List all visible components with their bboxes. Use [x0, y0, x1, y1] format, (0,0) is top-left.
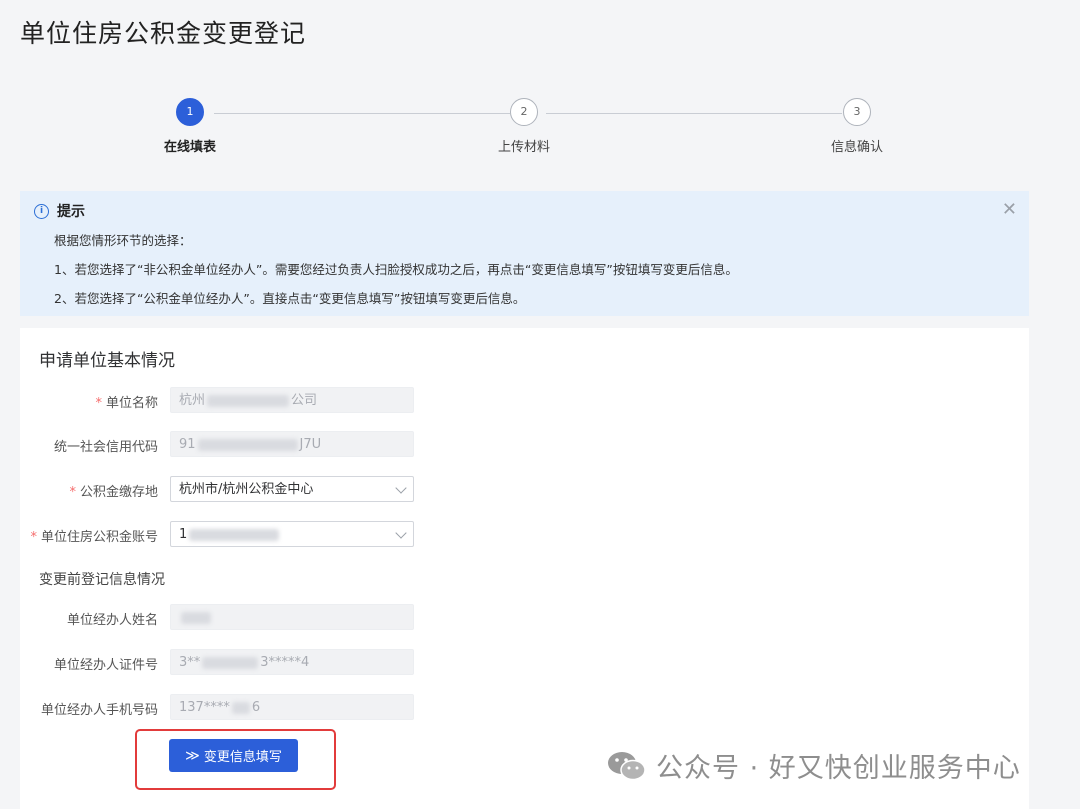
steps-bar: 1 在线填表 2 上传材料 3 信息确认 [0, 96, 1080, 166]
alert-header: i 提示 [34, 201, 1015, 221]
required-mark: * [95, 396, 102, 411]
redacted-blur [197, 438, 298, 451]
button-label: 变更信息填写 [203, 750, 282, 765]
redacted-blur [189, 528, 280, 541]
chevron-down-icon [395, 482, 407, 494]
agent-name-row: 单位经办人姓名 [20, 604, 440, 632]
redacted-blur [231, 701, 250, 714]
deposit-place-select[interactable]: 杭州市/杭州公积金中心 [170, 476, 414, 502]
step-2: 2 上传材料 [454, 96, 594, 155]
wechat-icon [608, 751, 646, 780]
alert-title: 提示 [57, 204, 85, 220]
unit-name-row: * 单位名称 杭州 公司 [20, 387, 440, 415]
form-card: 申请单位基本情况 * 单位名称 杭州 公司 统一社会信用代码 91 J7U * 公积金缴… [20, 328, 1029, 809]
chevron-down-icon [395, 527, 407, 539]
redacted-blur [207, 394, 290, 407]
step-number: 2 [510, 98, 538, 126]
agent-id-field[interactable]: 3** 3*****4 [170, 649, 414, 675]
agent-phone-row: 单位经办人手机号码 137**** 6 [20, 694, 440, 722]
redacted-blur [202, 656, 259, 669]
step-1: 1 在线填表 [120, 96, 260, 155]
step-number: 3 [843, 98, 871, 126]
unit-name-label: 单位名称 [105, 396, 158, 411]
agent-name-label: 单位经办人姓名 [66, 613, 158, 628]
required-mark: * [30, 530, 37, 545]
info-icon: i [34, 204, 49, 219]
close-icon[interactable]: ✕ [1002, 199, 1017, 220]
step-label: 在线填表 [163, 140, 216, 155]
watermark-text: 公众号 · 好又快创业服务中心 [656, 753, 1021, 784]
credit-code-field[interactable]: 91 J7U [170, 431, 414, 457]
step-label: 信息确认 [830, 140, 883, 155]
deposit-place-row: * 公积金缴存地 杭州市/杭州公积金中心 [20, 476, 440, 504]
alert-line: 根据您情形环节的选择： [54, 233, 192, 248]
section-title: 申请单位基本情况 [39, 351, 175, 371]
alert-line: 1、若您选择了“非公积金单位经办人”。需要您经过负责人扫脸授权成功之后，再点击“… [54, 262, 738, 277]
redacted-blur [181, 611, 211, 624]
step-3: 3 信息确认 [787, 96, 927, 155]
required-mark: * [69, 485, 76, 500]
credit-code-label: 统一社会信用代码 [53, 440, 158, 455]
watermark: 公众号 · 好又快创业服务中心 [606, 746, 1021, 785]
agent-id-row: 单位经办人证件号 3** 3*****4 [20, 649, 440, 677]
account-no-row: * 单位住房公积金账号 1 [20, 521, 440, 549]
agent-phone-field[interactable]: 137**** 6 [170, 694, 414, 720]
agent-name-field[interactable] [170, 604, 414, 630]
alert-line: 2、若您选择了“公积金单位经办人”。直接点击“变更信息填写”按钮填写变更后信息。 [54, 291, 526, 306]
credit-code-row: 统一社会信用代码 91 J7U [20, 431, 440, 459]
subsection-title: 变更前登记信息情况 [39, 572, 165, 588]
step-number: 1 [176, 98, 204, 126]
double-chevron-right-icon: ≫ [185, 747, 200, 764]
agent-id-label: 单位经办人证件号 [53, 658, 158, 673]
unit-name-field[interactable]: 杭州 公司 [170, 387, 414, 413]
step-label: 上传材料 [497, 140, 550, 155]
page-title: 单位住房公积金变更登记 [20, 19, 307, 48]
agent-phone-label: 单位经办人手机号码 [40, 703, 158, 718]
deposit-place-label: 公积金缴存地 [79, 485, 158, 500]
change-info-fill-button[interactable]: ≫ 变更信息填写 [169, 739, 298, 772]
account-no-label: 单位住房公积金账号 [40, 530, 158, 545]
tip-alert: i 提示 根据您情形环节的选择： 1、若您选择了“非公积金单位经办人”。需要您经… [20, 191, 1029, 316]
account-no-select[interactable]: 1 [170, 521, 414, 547]
